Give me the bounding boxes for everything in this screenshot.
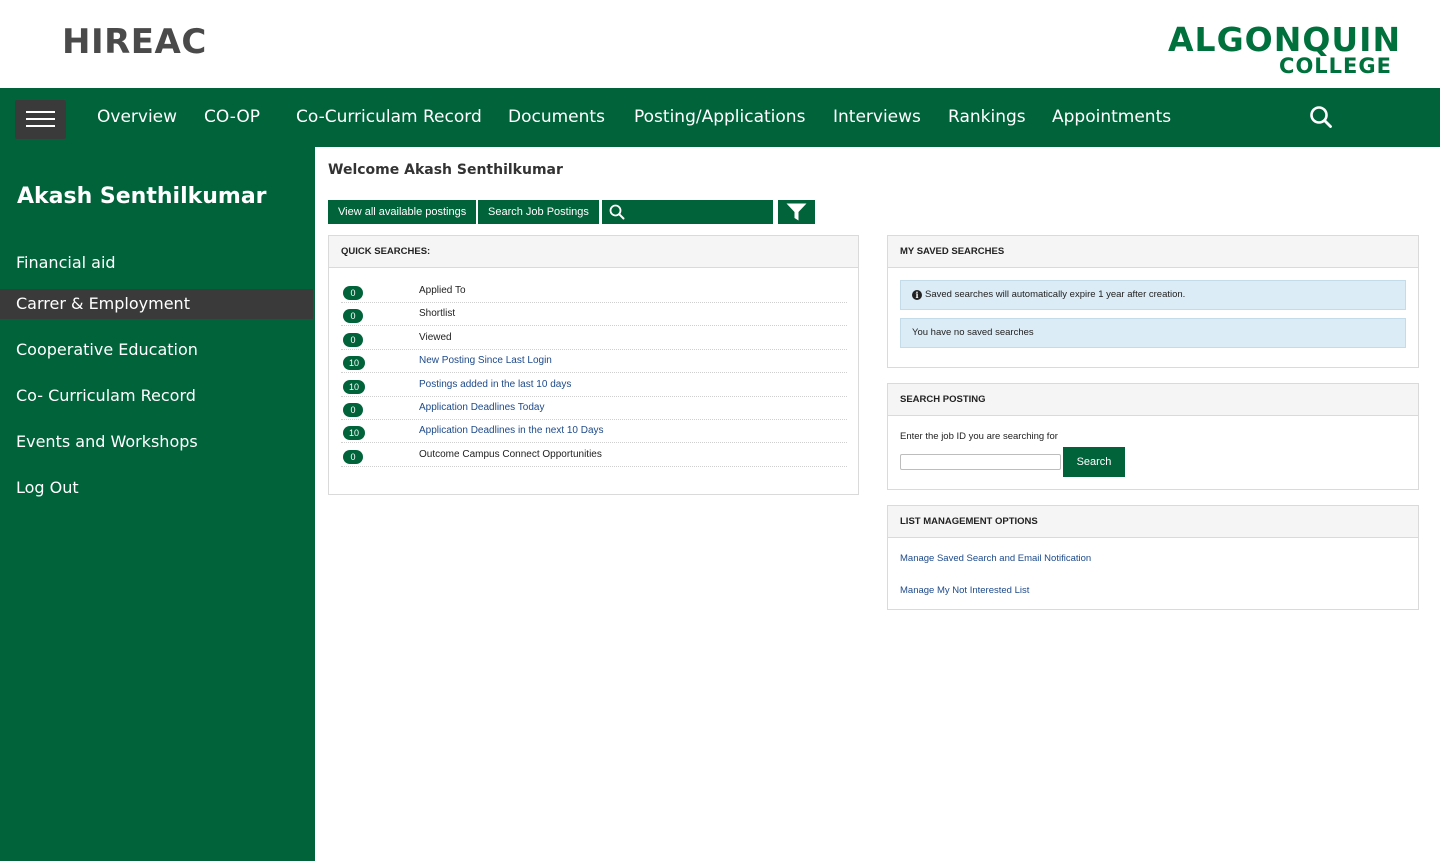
job-id-label: Enter the job ID you are searching for <box>900 431 1058 442</box>
quick-search-label[interactable]: Postings added in the last 10 days <box>419 379 571 390</box>
quick-search-row[interactable]: 0 Application Deadlines Today <box>341 397 847 420</box>
quick-search-row[interactable]: 0 Outcome Campus Connect Opportunities <box>341 444 847 467</box>
info-icon: i <box>912 290 922 300</box>
saved-searches-panel: MY SAVED SEARCHES i Saved searches will a… <box>887 235 1419 368</box>
user-name: Akash Senthilkumar <box>17 184 267 209</box>
hamburger-icon[interactable] <box>15 100 66 139</box>
quick-search-label: Applied To <box>419 285 466 296</box>
count-badge: 0 <box>343 403 363 417</box>
count-badge: 10 <box>343 379 366 394</box>
saved-search-expiry-notice: i Saved searches will automatically expir… <box>900 280 1406 310</box>
quick-search-row[interactable]: 0 Viewed <box>341 327 847 350</box>
count-badge: 0 <box>343 332 363 347</box>
count-badge: 0 <box>343 286 363 300</box>
view-all-postings-button[interactable]: View all available postings <box>328 200 477 224</box>
manage-saved-search-link[interactable]: Manage Saved Search and Email Notificati… <box>900 553 1091 564</box>
nav-overview[interactable]: Overview <box>97 107 177 127</box>
quick-search-label[interactable]: New Posting Since Last Login <box>419 355 552 366</box>
main-navbar: Overview CO-OP Co-Curriculam Record Docu… <box>0 88 1440 147</box>
quick-search-row[interactable]: 10 New Posting Since Last Login <box>341 350 847 374</box>
no-saved-searches-notice: You have no saved searches <box>900 318 1406 348</box>
logo-line2: COLLEGE <box>1279 54 1392 78</box>
logo-line1: ALGONQUIN <box>1168 20 1402 59</box>
quick-search-row[interactable]: 10 Application Deadlines in the next 10 D… <box>341 420 847 444</box>
search-posting-button[interactable]: Search <box>1063 447 1125 477</box>
count-badge: 0 <box>343 309 363 324</box>
brand-title[interactable]: HIREAC <box>62 22 207 62</box>
filter-button[interactable] <box>778 200 815 224</box>
search-posting-title: SEARCH POSTING <box>888 384 1418 416</box>
manage-not-interested-link[interactable]: Manage My Not Interested List <box>900 585 1029 596</box>
quick-search-label[interactable]: Application Deadlines in the next 10 Day… <box>419 425 604 436</box>
list-management-title: LIST MANAGEMENT OPTIONS <box>888 506 1418 538</box>
algonquin-logo[interactable]: ALGONQUIN COLLEGE <box>1166 22 1400 78</box>
nav-interviews[interactable]: Interviews <box>833 107 921 127</box>
search-posting-panel: SEARCH POSTING Enter the job ID you are … <box>887 383 1419 490</box>
list-management-panel: LIST MANAGEMENT OPTIONS Manage Saved Sea… <box>887 505 1419 610</box>
nav-coop[interactable]: CO-OP <box>204 107 260 127</box>
quick-searches-title: QUICK SEARCHES: <box>329 236 858 268</box>
quick-search-label: Shortlist <box>419 308 456 320</box>
nav-co-curriculam-record[interactable]: Co-Curriculam Record <box>296 107 482 127</box>
nav-appointments[interactable]: Appointments <box>1052 107 1171 127</box>
quick-search-label: Outcome Campus Connect Opportunities <box>419 448 602 460</box>
saved-searches-title: MY SAVED SEARCHES <box>888 236 1418 268</box>
sidebar-item-log-out[interactable]: Log Out <box>0 473 313 503</box>
sidebar: Akash Senthilkumar Financial aid Carrer … <box>0 147 315 861</box>
quick-search-bar[interactable] <box>602 200 773 224</box>
quick-search-label: Viewed <box>419 331 452 343</box>
quick-search-row[interactable]: 0 Shortlist <box>341 303 847 327</box>
sidebar-item-cooperative-education[interactable]: Cooperative Education <box>0 335 313 365</box>
nav-posting-applications[interactable]: Posting/Applications <box>634 107 805 127</box>
top-header: HIREAC ALGONQUIN COLLEGE <box>0 0 1440 88</box>
welcome-heading: Welcome Akash Senthilkumar <box>328 162 563 178</box>
count-badge: 10 <box>343 426 366 441</box>
filter-icon <box>786 203 807 226</box>
nav-rankings[interactable]: Rankings <box>948 107 1026 127</box>
sidebar-item-events-workshops[interactable]: Events and Workshops <box>0 427 313 457</box>
sidebar-item-career-employment[interactable]: Carrer & Employment <box>0 289 313 319</box>
quick-search-label[interactable]: Application Deadlines Today <box>419 402 544 413</box>
count-badge: 10 <box>343 356 366 371</box>
quick-search-row[interactable]: 10 Postings added in the last 10 days <box>341 374 847 397</box>
search-icon[interactable] <box>1309 105 1333 129</box>
search-job-postings-button[interactable]: Search Job Postings <box>478 200 599 224</box>
job-id-input[interactable] <box>900 454 1061 470</box>
quick-searches-panel: QUICK SEARCHES: 0 Applied To 0 Shortlist 0 Vi… <box>328 235 859 495</box>
expiry-notice-text: Saved searches will automatically expire… <box>925 289 1186 300</box>
sidebar-item-co-curriculam-record[interactable]: Co- Curriculam Record <box>0 381 313 411</box>
search-icon <box>609 204 625 225</box>
quick-search-row[interactable]: 0 Applied To <box>341 280 847 303</box>
nav-documents[interactable]: Documents <box>508 107 605 127</box>
sidebar-item-financial-aid[interactable]: Financial aid <box>0 248 313 278</box>
count-badge: 0 <box>343 449 363 464</box>
